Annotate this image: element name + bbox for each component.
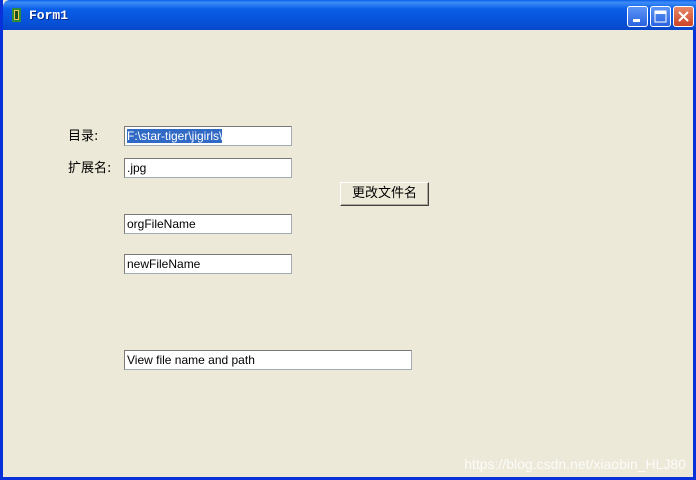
close-icon — [678, 11, 689, 22]
watermark-text: https://blog.csdn.net/xiaobin_HLJ80 — [464, 456, 686, 472]
close-button[interactable] — [673, 6, 694, 27]
maximize-icon — [654, 10, 667, 23]
rename-file-button[interactable]: 更改文件名 — [340, 182, 429, 206]
extension-label: 扩展名: — [68, 161, 112, 176]
directory-input[interactable]: F:\star-tiger\jigirls\ — [124, 126, 292, 146]
form-client-area — [6, 30, 690, 474]
app-window: Form1 — [0, 0, 696, 480]
view-path-input[interactable]: View file name and path — [124, 350, 412, 370]
maximize-button[interactable] — [650, 6, 671, 27]
extension-input[interactable]: .jpg — [124, 158, 292, 178]
directory-value: F:\star-tiger\jigirls\ — [127, 129, 223, 143]
minimize-button[interactable] — [627, 6, 648, 27]
window-title: Form1 — [29, 8, 69, 23]
app-icon[interactable] — [9, 7, 25, 23]
directory-label: 目录: — [68, 129, 99, 144]
new-file-name-input[interactable]: newFileName — [124, 254, 292, 274]
minimize-icon — [633, 19, 640, 22]
org-file-name-input[interactable]: orgFileName — [124, 214, 292, 234]
title-bar[interactable]: Form1 — [3, 0, 696, 30]
